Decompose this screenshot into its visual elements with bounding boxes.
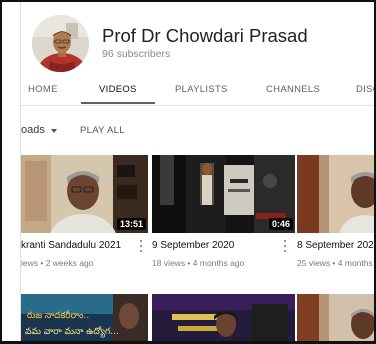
tab-channels[interactable]: CHANNELS xyxy=(266,84,320,95)
video-meta-2: 18 views • 4 months ago xyxy=(152,258,245,268)
video-thumbnail-1[interactable]: 13:51 xyxy=(21,155,148,233)
video-thumbnail-3[interactable] xyxy=(297,155,374,233)
channel-avatar[interactable] xyxy=(32,15,89,72)
video-meta-3: 25 views • 4 months xyxy=(297,258,373,268)
more-options-icon[interactable] xyxy=(139,240,143,254)
subscriber-count: 96 subscribers xyxy=(102,48,171,60)
overlay-text-line-2: వమ వారా మనా ఉద్యోగ... xyxy=(25,326,119,338)
channel-tabs: HOME VIDEOS PLAYLISTS CHANNELS DISC xyxy=(21,74,374,106)
sort-uploads-dropdown[interactable]: oads xyxy=(21,124,45,136)
video-thumbnail-2[interactable]: 0:46 xyxy=(152,155,295,233)
video-title-3[interactable]: 8 September 2020 xyxy=(297,240,374,251)
video-thumbnail-5[interactable] xyxy=(152,294,295,341)
video-meta-1: iews • 2 weeks ago xyxy=(21,258,94,268)
screenshot-frame: Prof Dr Chowdari Prasad 96 subscribers H… xyxy=(0,0,376,344)
channel-page: Prof Dr Chowdari Prasad 96 subscribers H… xyxy=(20,2,374,341)
tab-playlists[interactable]: PLAYLISTS xyxy=(175,84,228,95)
tab-home[interactable]: HOME xyxy=(28,84,58,95)
tab-discussion[interactable]: DISC xyxy=(356,84,374,95)
more-options-icon[interactable] xyxy=(283,240,287,254)
channel-name: Prof Dr Chowdari Prasad xyxy=(102,25,308,46)
play-all-button[interactable]: PLAY ALL xyxy=(80,125,125,136)
video-duration-1: 13:51 xyxy=(116,218,146,230)
video-title-2[interactable]: 9 September 2020 xyxy=(152,240,234,251)
overlay-text-line-1: రుజ నాదకరీరాం.. xyxy=(27,310,89,321)
tab-videos[interactable]: VIDEOS xyxy=(99,84,137,95)
video-thumbnail-6[interactable] xyxy=(297,294,374,341)
caret-down-icon[interactable] xyxy=(51,129,57,133)
video-title-1[interactable]: kranti Sandadulu 2021 xyxy=(21,240,121,251)
active-tab-indicator xyxy=(81,102,155,104)
video-thumbnail-4[interactable]: రుజ నాదకరీరాం.. వమ వారా మనా ఉద్యోగ... xyxy=(21,294,148,341)
video-duration-2: 0:46 xyxy=(268,218,293,230)
